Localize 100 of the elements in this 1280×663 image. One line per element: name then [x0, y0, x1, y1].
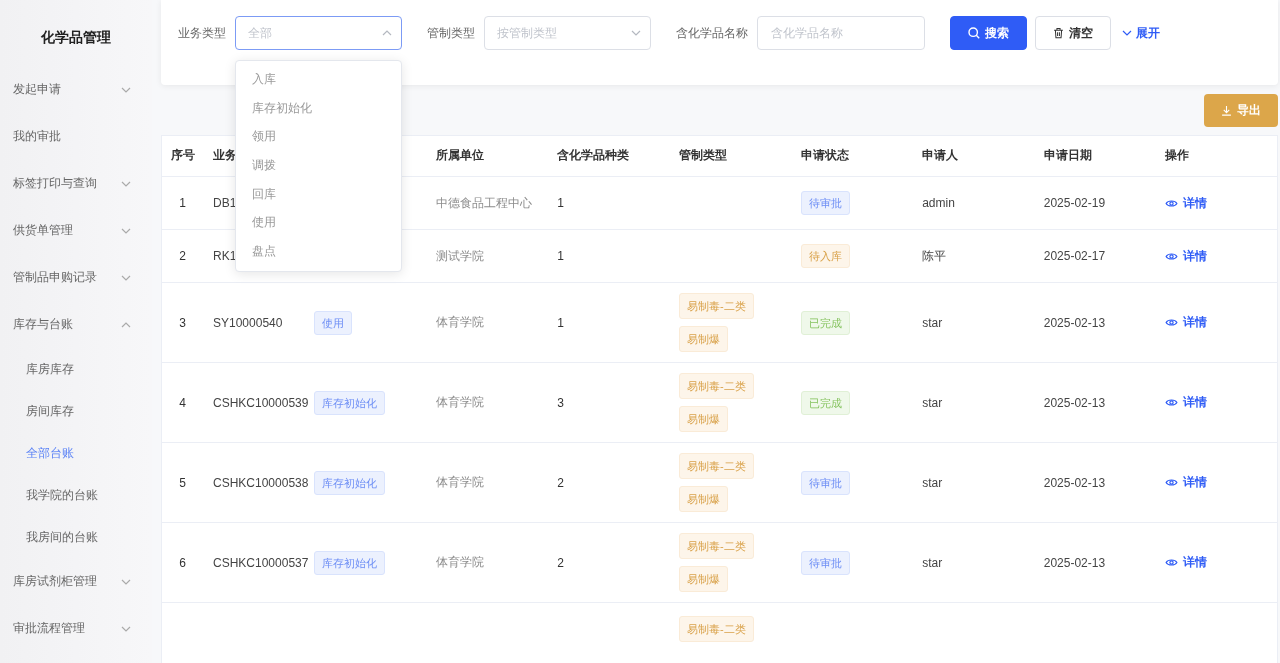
dropdown-option[interactable]: 盘点: [236, 237, 401, 266]
control-type-tag: 易制毒-二类: [678, 452, 754, 479]
eye-icon: [1165, 251, 1179, 261]
input-field[interactable]: 含化学品名称: [757, 16, 925, 50]
table-cell: CSHKC10000538: [213, 475, 309, 490]
table-cell: star: [922, 315, 943, 330]
sidebar-submenu-item[interactable]: 房间库存: [0, 390, 152, 432]
table-cell: CSHKC10000537: [213, 555, 309, 570]
table-cell: 2: [557, 475, 564, 490]
table-cell: star: [922, 555, 943, 570]
details-link[interactable]: 详情: [1165, 247, 1208, 265]
table-cell: 2: [557, 555, 564, 570]
table-cell: 中德食品工程中心: [435, 195, 532, 210]
chevron-icon: [121, 180, 131, 187]
column-header: 申请状态: [800, 148, 849, 163]
table-cell: 3: [179, 315, 186, 330]
business-type-tag: 使用: [314, 310, 352, 335]
eye-icon: [1165, 558, 1179, 567]
control-type-tag: 易制爆: [678, 405, 728, 432]
status-tag: 待审批: [800, 191, 850, 215]
table-cell: 1: [557, 249, 564, 263]
table-cell: 4: [179, 395, 186, 410]
dropdown-option[interactable]: 使用: [236, 208, 401, 238]
expand-link[interactable]: 展开: [1120, 16, 1162, 50]
select-field[interactable]: 全部: [235, 16, 402, 50]
details-link[interactable]: 详情: [1165, 394, 1208, 411]
sidebar-menu-item[interactable]: 标签打印与查询: [0, 160, 152, 207]
dropdown-option[interactable]: 调拨: [236, 151, 401, 180]
column-header: 含化学品种类: [557, 148, 630, 163]
chevron-icon: [121, 86, 131, 93]
table-cell: SY10000540: [213, 315, 283, 330]
eye-icon: [1165, 198, 1179, 208]
control-type-tag: 易制爆: [678, 325, 728, 352]
table-cell: 2025-02-13: [1043, 315, 1106, 330]
details-link[interactable]: 详情: [1165, 474, 1208, 491]
table-cell: 2: [179, 249, 186, 263]
sidebar-menu-item[interactable]: 发起申请: [0, 66, 152, 113]
table-cell: 1: [179, 196, 186, 210]
table-cell: 体育学院: [435, 395, 484, 409]
eye-icon: [1165, 318, 1179, 327]
table-cell: CSHKC10000539: [213, 395, 309, 410]
details-link[interactable]: 详情: [1165, 314, 1208, 331]
table-cell: 2025-02-17: [1043, 249, 1106, 263]
chevron-icon: [631, 30, 641, 36]
control-type-tag: 易制爆: [678, 485, 728, 512]
column-header: 序号: [170, 148, 195, 163]
dropdown-option[interactable]: 库存初始化: [236, 93, 401, 123]
chevron-icon: [121, 274, 131, 281]
table-cell: 3: [557, 395, 564, 410]
column-header: 申请人: [922, 148, 959, 163]
sidebar-submenu-item[interactable]: 我学院的台账: [0, 474, 152, 516]
sidebar-menu-item[interactable]: 审批流程管理: [0, 605, 152, 652]
search-button[interactable]: 搜索: [950, 16, 1027, 50]
filter-label: 管制类型: [427, 25, 475, 42]
chevron-icon: [121, 227, 131, 234]
column-header: 操作: [1165, 148, 1190, 163]
table-cell: 体育学院: [435, 555, 484, 569]
chevron-icon: [121, 578, 131, 585]
status-tag: 待审批: [800, 550, 850, 575]
dropdown-option[interactable]: 回库: [236, 179, 401, 209]
sidebar-title: 化学品管理: [40, 28, 112, 47]
control-type-tag: 易制毒-二类: [678, 292, 754, 319]
dropdown-option[interactable]: 入库: [236, 65, 401, 94]
table-cell: 陈平: [922, 248, 947, 263]
sidebar-menu-item[interactable]: 管制品申购记录: [0, 254, 152, 301]
control-type-tag: 易制爆: [678, 565, 728, 592]
table-cell: 体育学院: [435, 475, 484, 489]
status-tag: 待入库: [800, 244, 850, 268]
column-header: 申请日期: [1043, 148, 1092, 163]
sidebar-submenu-item[interactable]: 我房间的台账: [0, 516, 152, 558]
table-cell: DB1: [213, 196, 237, 210]
table-cell: RK1: [213, 249, 237, 263]
table-cell: star: [922, 475, 943, 490]
sidebar-menu-item[interactable]: 库房试剂柜管理: [0, 558, 152, 605]
sidebar-menu-item[interactable]: 供货单管理: [0, 207, 152, 254]
table-cell: star: [922, 395, 943, 410]
trash-icon: [1053, 27, 1064, 39]
sidebar-menu-item[interactable]: 库存与台账: [0, 301, 152, 348]
business-type-tag: 库存初始化: [314, 390, 385, 415]
eye-icon: [1165, 398, 1179, 407]
clear-button[interactable]: 清空: [1035, 16, 1111, 50]
control-type-tag: 易制毒-二类: [678, 532, 754, 559]
table-cell: 2025-02-13: [1043, 395, 1106, 410]
chevron-icon: [121, 625, 131, 632]
business-type-tag: 库存初始化: [314, 470, 385, 495]
control-type-tag: 易制毒-二类: [678, 372, 754, 399]
business-type-tag: 库存初始化: [314, 550, 385, 575]
dropdown-option[interactable]: 领用: [236, 122, 401, 152]
details-link[interactable]: 详情: [1165, 194, 1208, 212]
sidebar-submenu-item[interactable]: 库房库存: [0, 348, 152, 390]
table-cell: 2025-02-13: [1043, 555, 1106, 570]
table-cell: 2025-02-13: [1043, 475, 1106, 490]
sidebar-submenu-item[interactable]: 全部台账: [0, 432, 152, 474]
table-cell: 体育学院: [435, 315, 484, 329]
filter-label: 业务类型: [178, 25, 226, 42]
filter-label: 含化学品名称: [676, 25, 748, 42]
search-icon: [968, 27, 980, 39]
column-header: 管制类型: [678, 148, 727, 163]
sidebar-menu-item[interactable]: 我的审批: [0, 113, 152, 160]
details-link[interactable]: 详情: [1165, 554, 1208, 571]
